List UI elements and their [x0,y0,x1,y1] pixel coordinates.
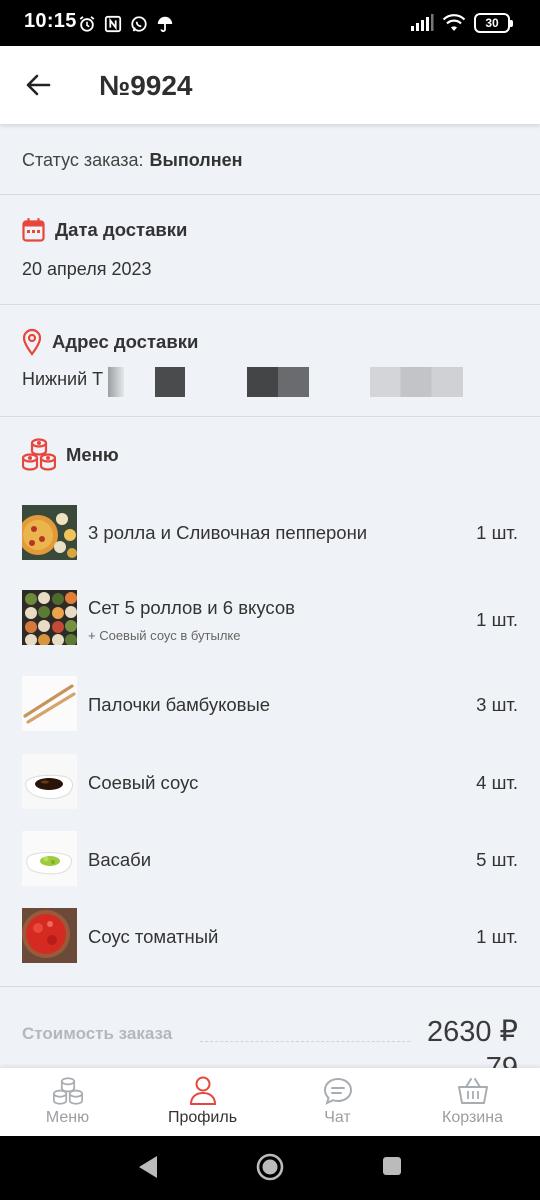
menu-item-qty: 1 шт. [476,522,518,543]
tab-label: Меню [45,1109,90,1126]
basket-icon [457,1078,488,1104]
dotted-separator [200,1041,410,1042]
wifi-icon [442,14,466,31]
status-bar: 10:15 30 [0,0,540,46]
menu-item-qty: 1 шт. [476,926,518,947]
order-cost-label: Стоимость заказа [22,1024,173,1043]
redacted-block [370,367,463,397]
menu-item-name: Соус томатный [88,926,219,947]
product-image [22,676,77,731]
tab-profile[interactable]: Профиль [135,1068,270,1136]
menu-item-name: Палочки бамбуковые [88,694,271,715]
delivery-date-header: Дата доставки [22,218,187,242]
back-triangle-icon[interactable] [137,1154,159,1180]
tab-chat[interactable]: Чат [270,1068,405,1136]
delivery-address-section: Адрес доставки Нижний Т [0,305,540,417]
menu-item: Соус томатный 1 шт. [0,908,540,964]
menu-item-qty: 4 шт. [476,772,518,793]
status-time: 10:15 [24,10,77,32]
tab-label: Чат [324,1109,351,1126]
battery-icon: 30 [474,13,513,33]
menu-item-name: 3 ролла и Сливочная пепперони [88,522,368,543]
delivery-date-heading: Дата доставки [55,219,188,240]
person-icon [189,1076,216,1105]
sushi-rolls-icon [52,1077,83,1105]
signal-icon [411,14,434,31]
menu-item: 3 ролла и Сливочная пепперони 1 шт. [0,505,540,561]
tab-cart[interactable]: Корзина [405,1068,540,1136]
totals-row2-value: 79 [485,1052,518,1068]
menu-item: Палочки бамбуковые 3 шт. [0,676,540,732]
alarm-icon [79,16,95,32]
product-image [22,831,77,886]
delivery-date-section: Дата доставки 20 апреля 2023 [0,195,540,305]
recent-apps-square-icon[interactable] [381,1155,403,1177]
nfc-icon [104,15,122,33]
whatsapp-icon [131,16,147,32]
back-button[interactable] [16,65,60,105]
umbrella-icon [157,16,173,33]
location-pin-icon [22,328,42,356]
delivery-address-header: Адрес доставки [22,328,198,356]
delivery-address-value: Нижний Т [22,369,104,389]
redacted-block [247,367,309,397]
chat-bubble-icon [323,1077,352,1105]
product-image [22,908,77,963]
menu-item-name: Сет 5 роллов и 6 вкусов [88,597,295,618]
menu-item-name: Соевый соус [88,772,199,793]
tab-menu[interactable]: Меню [0,1068,135,1136]
redacted-block [108,367,124,397]
menu-item-name: Васаби [88,849,152,870]
sushi-rolls-icon [22,438,56,471]
page-title: №9924 [99,70,193,101]
menu-item: Васаби 5 шт. [0,831,540,887]
menu-item-qty: 5 шт. [476,849,518,870]
menu-item: Соевый соус 4 шт. [0,754,540,810]
delivery-date-value: 20 апреля 2023 [22,259,152,279]
menu-section: Меню 3 ролла и Сливочная пепперони 1 шт.… [0,417,540,987]
order-cost-value: 2630 ₽ [426,1016,518,1048]
redacted-block [155,367,185,397]
delivery-address-heading: Адрес доставки [52,331,199,352]
app-bar: №9924 [0,46,540,124]
bottom-navigation: Меню Профиль Чат Корзина [0,1068,540,1136]
system-navigation-bar [0,1136,540,1200]
order-status-section: Статус заказа: Выполнен [0,124,540,195]
battery-level: 30 [485,16,499,30]
tab-label: Корзина [442,1109,503,1126]
product-image [22,590,77,645]
menu-item-note: + Соевый соус в бутылке [88,628,241,643]
product-image [22,754,77,809]
menu-header: Меню [22,437,119,473]
product-image [22,505,77,560]
tab-label: Профиль [167,1109,238,1126]
menu-item-qty: 3 шт. [476,694,518,715]
menu-item-qty: 1 шт. [476,609,518,630]
home-circle-icon[interactable] [255,1152,285,1182]
menu-heading: Меню [66,444,119,465]
order-status: Статус заказа: Выполнен [22,150,243,171]
order-status-label: Статус заказа: [22,150,144,170]
order-totals: Стоимость заказа 2630 ₽ · · · · · · · · … [0,988,540,1068]
order-status-value: Выполнен [149,150,243,170]
calendar-icon [22,218,45,242]
menu-item: Сет 5 роллов и 6 вкусов + Соевый соус в … [0,590,540,646]
arrow-left-icon [26,74,51,96]
